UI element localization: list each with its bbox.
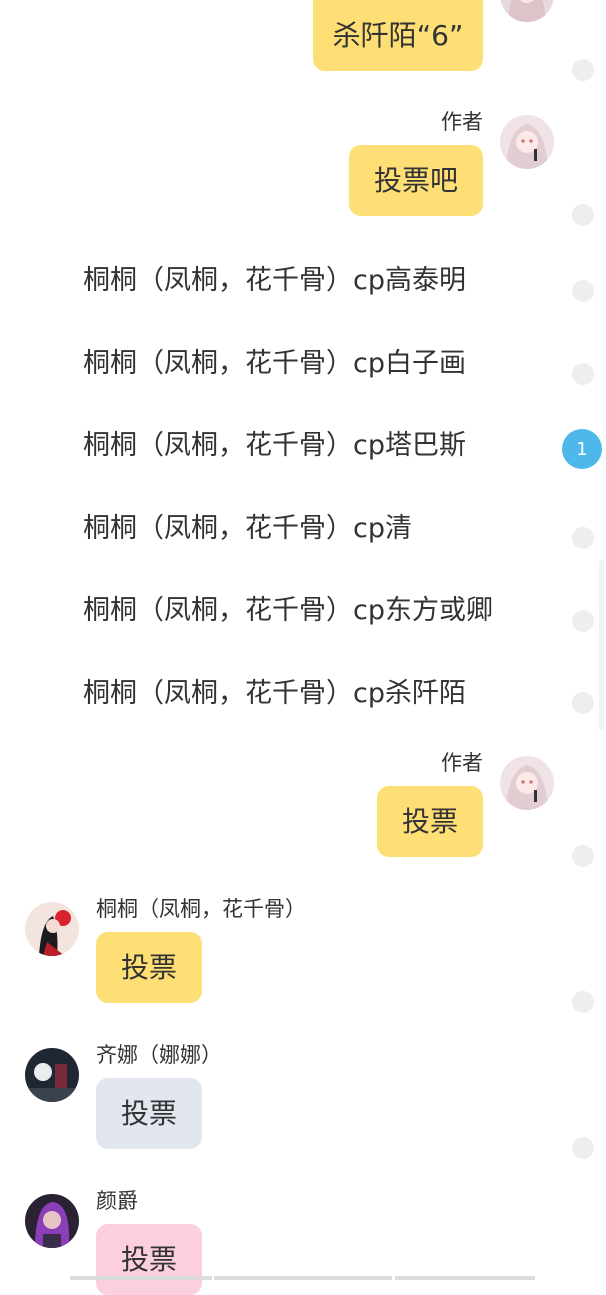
vote-option: 桐桐（凤桐，花千骨）cp东方或卿 <box>83 595 493 626</box>
reply-bubble[interactable]: 投票 <box>96 932 202 1003</box>
author-label: 作者 <box>441 751 483 775</box>
side-dot[interactable] <box>572 991 594 1013</box>
reply-name: 桐桐（凤桐，花千骨） <box>96 897 306 921</box>
reply-avatar[interactable] <box>25 902 79 956</box>
author-avatar[interactable] <box>500 756 554 810</box>
vote-option: 桐桐（凤桐，花千骨）cp白子画 <box>83 348 466 379</box>
side-dot[interactable] <box>572 1137 594 1159</box>
vote-option: 桐桐（凤桐，花千骨）cp高泰明 <box>83 265 466 296</box>
author-label: 作者 <box>441 110 483 134</box>
reply-bubble[interactable]: 投票 <box>96 1078 202 1149</box>
reply-avatar[interactable] <box>25 1048 79 1102</box>
bottom-toolbar-edge <box>70 1276 212 1280</box>
side-dot[interactable] <box>572 845 594 867</box>
vote-option: 桐桐（凤桐，花千骨）cp塔巴斯 <box>83 430 466 461</box>
reply-name: 齐娜（娜娜） <box>96 1043 222 1067</box>
reply-avatar[interactable] <box>25 1194 79 1248</box>
author-avatar[interactable] <box>500 115 554 169</box>
scrollbar[interactable] <box>599 560 604 730</box>
side-dot[interactable] <box>572 692 594 714</box>
message-bubble-top[interactable]: 杀阡陌“6” <box>313 0 483 71</box>
author-avatar[interactable] <box>500 0 554 22</box>
vote-prompt-bubble[interactable]: 投票吧 <box>349 145 483 216</box>
side-dot[interactable] <box>572 280 594 302</box>
author-vote-bubble[interactable]: 投票 <box>377 786 483 857</box>
bottom-toolbar-edge <box>214 1276 392 1280</box>
side-dot[interactable] <box>572 59 594 81</box>
vote-option: 桐桐（凤桐，花千骨）cp杀阡陌 <box>83 678 466 709</box>
comment-count-badge[interactable]: 1 <box>562 429 602 469</box>
side-dot[interactable] <box>572 204 594 226</box>
side-dot[interactable] <box>572 527 594 549</box>
reply-bubble[interactable]: 投票 <box>96 1224 202 1295</box>
vote-option: 桐桐（凤桐，花千骨）cp清 <box>83 513 412 544</box>
side-dot[interactable] <box>572 363 594 385</box>
bottom-toolbar-edge <box>395 1276 535 1280</box>
side-dot[interactable] <box>572 610 594 632</box>
reply-name: 颜爵 <box>96 1189 138 1213</box>
